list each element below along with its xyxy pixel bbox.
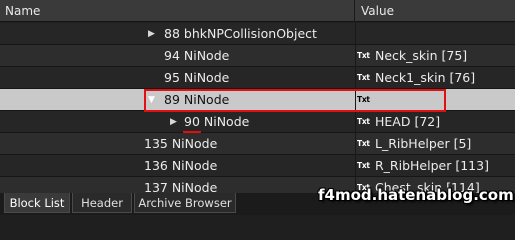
- txt-icon: Txt: [357, 51, 370, 60]
- nifskope-block-list-window: Name Value ▶ 88 bhkNPCollisionObject 94 …: [0, 0, 515, 215]
- tree-row[interactable]: 135 NiNode Txt L_RibHelper [5]: [0, 133, 515, 155]
- block-name: 135 NiNode: [144, 136, 218, 151]
- txt-icon: Txt: [357, 161, 370, 170]
- block-type: NiNode: [199, 114, 250, 129]
- txt-icon: Txt: [357, 139, 370, 148]
- block-value: L_RibHelper [5]: [375, 136, 472, 151]
- name-column-header[interactable]: Name: [0, 0, 355, 22]
- highlight-box: [144, 89, 446, 112]
- block-value: HEAD [72]: [375, 114, 441, 129]
- tab-header[interactable]: Header: [72, 193, 132, 213]
- tab-block-list[interactable]: Block List: [4, 193, 70, 213]
- block-value: R_RibHelper [113]: [375, 158, 489, 173]
- column-divider: [355, 111, 356, 133]
- tab-archive-browser[interactable]: Archive Browser: [134, 193, 236, 213]
- column-divider: [355, 45, 356, 67]
- tree-row[interactable]: 136 NiNode Txt R_RibHelper [113]: [0, 155, 515, 177]
- block-name: 94 NiNode: [164, 48, 230, 63]
- txt-icon: Txt: [357, 117, 370, 126]
- block-name: 95 NiNode: [164, 70, 230, 85]
- block-name: 90 NiNode: [184, 111, 249, 133]
- block-name: 136 NiNode: [144, 158, 218, 173]
- tree-row[interactable]: 95 NiNode Txt Neck1_skin [76]: [0, 67, 515, 89]
- expand-arrow-icon[interactable]: ▶: [170, 111, 177, 133]
- column-divider: [355, 133, 356, 155]
- txt-icon: Txt: [357, 73, 370, 82]
- watermark: f4mod.hatenablog.com: [318, 186, 514, 204]
- column-divider: [355, 67, 356, 89]
- block-value: Neck_skin [75]: [375, 48, 468, 63]
- block-name: 88 bhkNPCollisionObject: [164, 26, 317, 41]
- column-divider: [355, 155, 356, 177]
- tree-row[interactable]: ▶ 90 NiNode Txt HEAD [72]: [0, 111, 515, 133]
- column-header: Name Value: [0, 0, 515, 22]
- block-value: Neck1_skin [76]: [375, 70, 476, 85]
- tree-row[interactable]: ▶ 88 bhkNPCollisionObject: [0, 23, 515, 45]
- expand-arrow-icon[interactable]: ▶: [148, 23, 155, 45]
- tree-row[interactable]: 94 NiNode Txt Neck_skin [75]: [0, 45, 515, 67]
- column-divider: [355, 23, 356, 45]
- highlight-underline: [183, 131, 201, 133]
- value-column-header[interactable]: Value: [356, 0, 515, 22]
- block-number: 90: [184, 114, 200, 129]
